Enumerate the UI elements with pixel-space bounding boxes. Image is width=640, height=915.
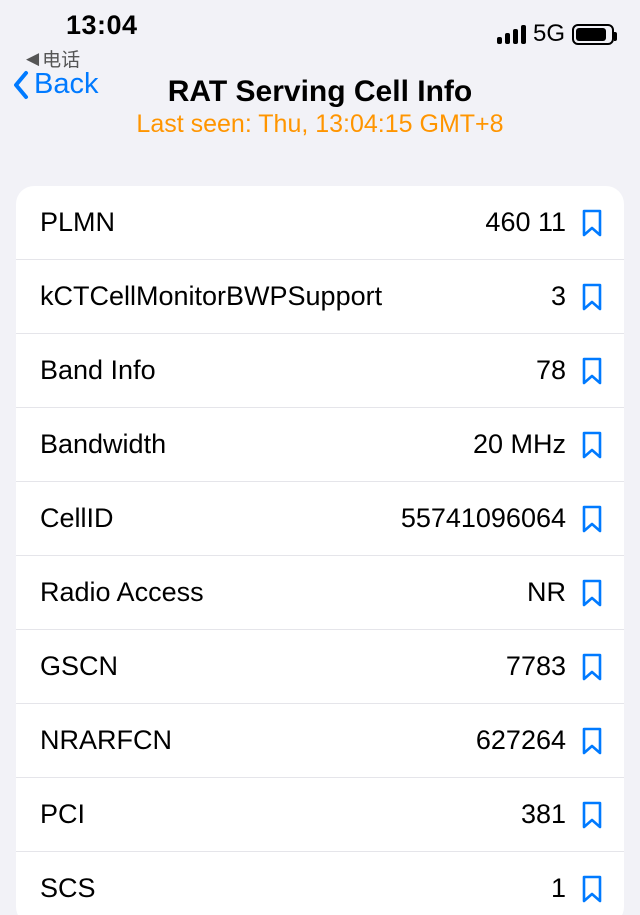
bookmark-icon[interactable] (580, 652, 604, 682)
bookmark-icon[interactable] (580, 208, 604, 238)
row-label: Radio Access (40, 577, 204, 608)
status-right: 5G (497, 20, 614, 48)
row-value: 1 (551, 873, 566, 904)
row-value: 7783 (506, 651, 566, 682)
list-item: SCS 1 (16, 852, 624, 915)
row-value: 627264 (476, 725, 566, 756)
page-title: RAT Serving Cell Info (136, 75, 503, 109)
network-label: 5G (533, 20, 565, 48)
row-label: PLMN (40, 207, 115, 238)
bookmark-icon[interactable] (580, 356, 604, 386)
battery-icon (572, 24, 614, 45)
back-label: Back (34, 68, 98, 101)
row-label: PCI (40, 799, 85, 830)
list-item: kCTCellMonitorBWPSupport 3 (16, 260, 624, 334)
page-subtitle: Last seen: Thu, 13:04:15 GMT+8 (136, 110, 503, 139)
row-label: Bandwidth (40, 429, 166, 460)
row-label: kCTCellMonitorBWPSupport (40, 281, 382, 312)
row-label: CellID (40, 503, 114, 534)
list-item: Bandwidth 20 MHz (16, 408, 624, 482)
bookmark-icon[interactable] (580, 430, 604, 460)
status-time: 13:04 (66, 10, 138, 41)
row-value: 460 11 (485, 207, 566, 238)
bookmark-icon[interactable] (580, 282, 604, 312)
row-value: 3 (551, 281, 566, 312)
row-value: NR (527, 577, 566, 608)
bookmark-icon[interactable] (580, 726, 604, 756)
row-label: SCS (40, 873, 96, 904)
bookmark-icon[interactable] (580, 874, 604, 904)
status-left: 13:04 ◀ 电话 (26, 10, 138, 72)
list-item: PCI 381 (16, 778, 624, 852)
list-item: Band Info 78 (16, 334, 624, 408)
row-label: GSCN (40, 651, 118, 682)
info-card: PLMN 460 11 kCTCellMonitorBWPSupport 3 B… (16, 186, 624, 915)
list-item: CellID 55741096064 (16, 482, 624, 556)
row-label: NRARFCN (40, 725, 172, 756)
list-item: Radio Access NR (16, 556, 624, 630)
row-value: 78 (536, 355, 566, 386)
list-item: NRARFCN 627264 (16, 704, 624, 778)
signal-icon (497, 24, 526, 44)
status-bar: 13:04 ◀ 电话 5G (0, 0, 640, 58)
row-value: 381 (521, 799, 566, 830)
list-item: PLMN 460 11 (16, 186, 624, 260)
bookmark-icon[interactable] (580, 800, 604, 830)
bookmark-icon[interactable] (580, 578, 604, 608)
nav-header: Back RAT Serving Cell Info Last seen: Th… (0, 66, 640, 148)
row-value: 55741096064 (401, 503, 566, 534)
title-block: RAT Serving Cell Info Last seen: Thu, 13… (136, 75, 503, 139)
row-value: 20 MHz (473, 429, 566, 460)
bookmark-icon[interactable] (580, 504, 604, 534)
back-button[interactable]: Back (12, 68, 98, 101)
list-item: GSCN 7783 (16, 630, 624, 704)
chevron-left-icon (12, 70, 30, 100)
row-label: Band Info (40, 355, 156, 386)
